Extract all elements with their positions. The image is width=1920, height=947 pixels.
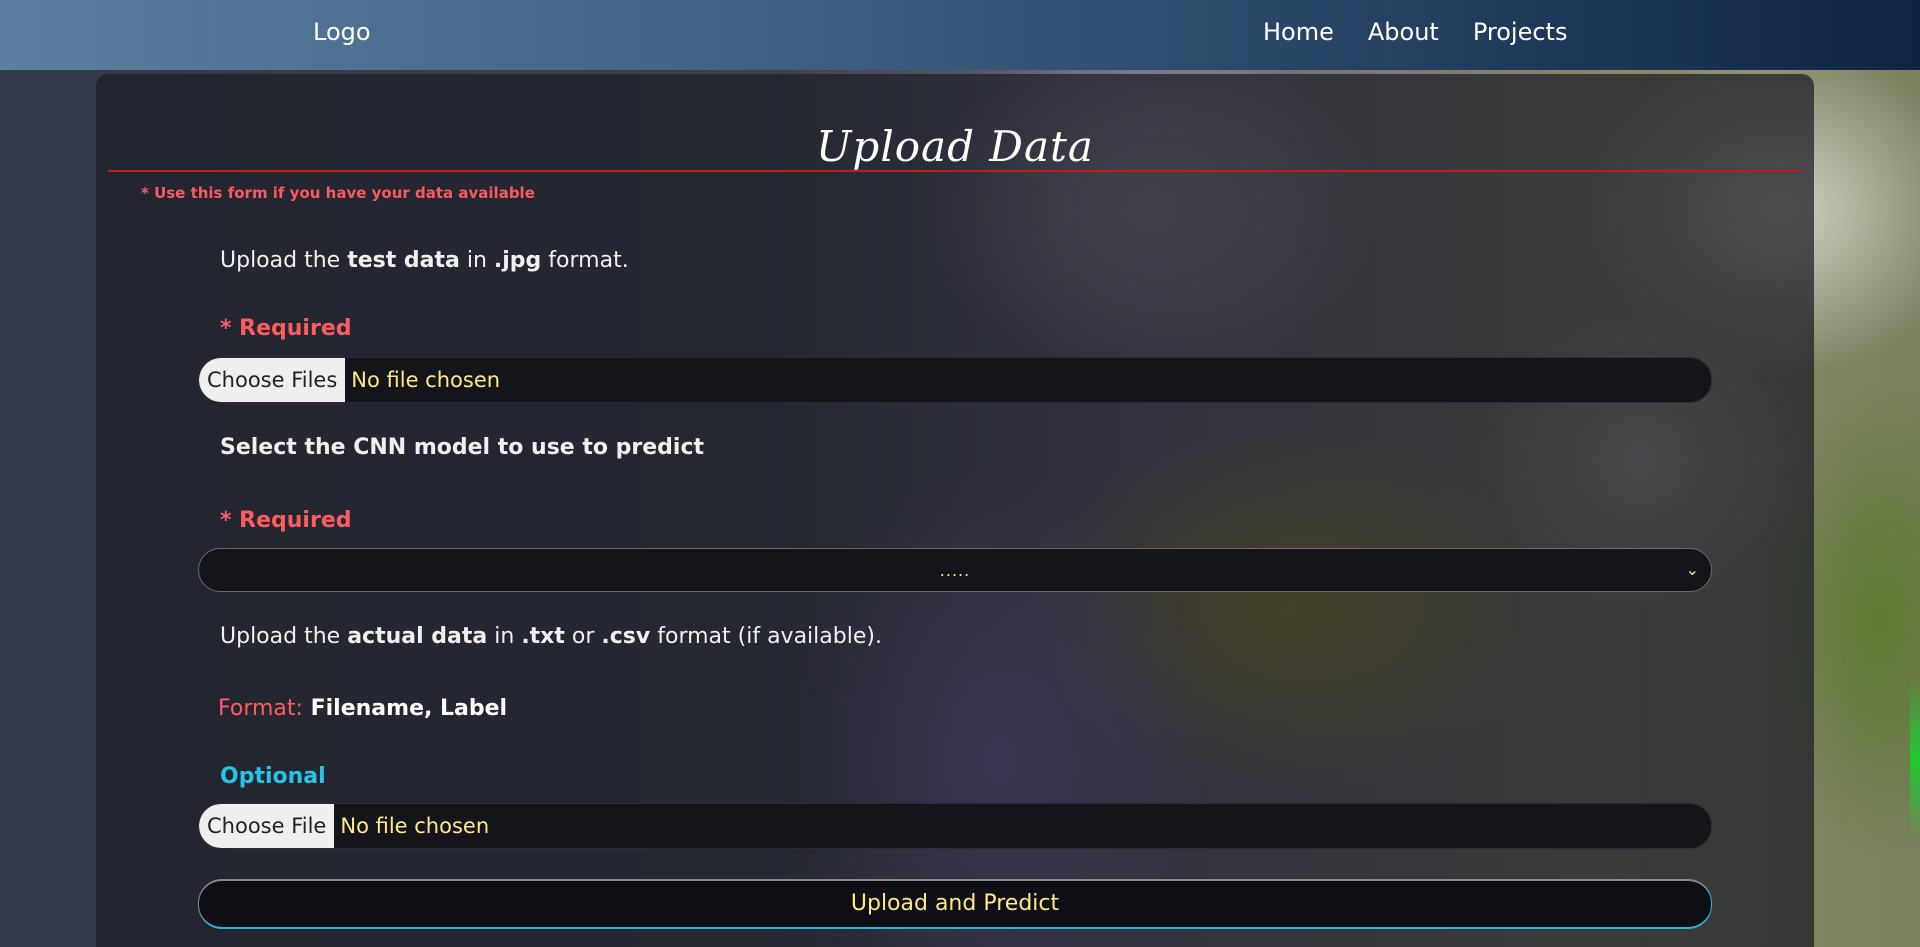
model-required: * Required (220, 508, 352, 533)
upload-form-card: Upload Data * Use this form if you have … (96, 74, 1814, 947)
page-title: Upload Data (816, 122, 1094, 171)
choose-files-button[interactable]: Choose Files (199, 358, 346, 402)
actual-data-file-status: No file chosen (340, 814, 490, 838)
nav-link-home[interactable]: Home (1263, 18, 1334, 46)
upload-and-predict-button[interactable]: Upload and Predict (198, 879, 1712, 929)
nav-link-about[interactable]: About (1368, 18, 1439, 46)
title-divider (108, 170, 1802, 172)
test-data-file-status: No file chosen (351, 368, 501, 392)
model-select-value: ..... (939, 560, 971, 580)
nav-link-projects[interactable]: Projects (1473, 18, 1568, 46)
actual-data-csv: .csv (601, 624, 651, 649)
test-data-bold: test data (347, 248, 460, 273)
test-data-format: .jpg (493, 248, 542, 273)
chevron-down-icon: ⌄ (1685, 560, 1699, 579)
actual-data-prefix: Upload the (220, 624, 348, 649)
actual-data-mid2: or (564, 624, 602, 649)
test-data-prefix: Upload the (220, 248, 348, 273)
logo[interactable]: Logo (313, 18, 371, 46)
actual-data-suffix: format (if available). (650, 624, 882, 649)
model-select[interactable]: ..... ⌄ (198, 548, 1712, 592)
actual-data-txt: .txt (521, 624, 565, 649)
scrollbar-thumb[interactable] (1910, 680, 1920, 840)
actual-data-optional: Optional (220, 764, 326, 789)
test-data-file-input[interactable]: Choose Files No file chosen (198, 357, 1712, 403)
test-data-mid: in (459, 248, 494, 273)
model-label: Select the CNN model to use to predict (220, 435, 705, 460)
test-data-required: * Required (220, 316, 352, 341)
actual-data-bold: actual data (347, 624, 488, 649)
actual-data-file-input[interactable]: Choose File No file chosen (198, 803, 1712, 849)
choose-file-button[interactable]: Choose File (199, 804, 335, 848)
test-data-instruction: Upload the test data in .jpg format. (220, 248, 629, 273)
actual-data-instruction: Upload the actual data in .txt or .csv f… (220, 624, 882, 649)
test-data-suffix: format. (541, 248, 629, 273)
format-line: Format: Filename, Label (218, 696, 507, 721)
nav-links: Home About Projects (1263, 18, 1567, 46)
form-note: * Use this form if you have your data av… (141, 184, 535, 202)
actual-data-mid1: in (487, 624, 522, 649)
format-value: Filename, Label (302, 696, 508, 721)
format-label: Format: (218, 696, 303, 721)
top-navbar: Logo Home About Projects (0, 0, 1920, 70)
